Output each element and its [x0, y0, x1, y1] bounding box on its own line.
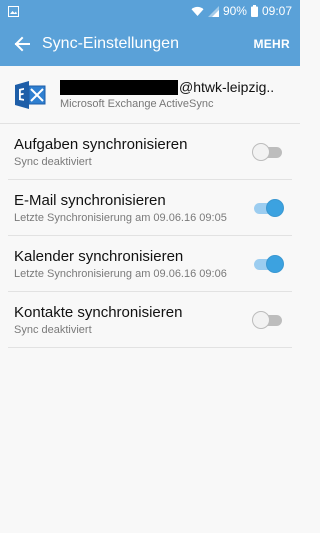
screen: 90% 09:07 Sync-Einstellungen MEHR @htwk-…: [0, 0, 300, 533]
signal-icon: [207, 5, 219, 17]
sync-row-title: Kontakte synchronisieren: [14, 303, 183, 321]
app-bar: Sync-Einstellungen MEHR: [0, 22, 300, 66]
sync-row-status: Sync deaktiviert: [14, 155, 92, 168]
sync-row-title: Aufgaben synchronisieren: [14, 135, 188, 153]
sync-settings-list: Aufgaben synchronisieren Sync deaktivier…: [0, 124, 300, 348]
wifi-icon: [191, 6, 204, 17]
status-right: 90% 09:07: [191, 4, 292, 18]
sync-row-title: E-Mail synchronisieren: [14, 191, 166, 209]
more-button[interactable]: MEHR: [253, 37, 290, 51]
redacted-username: [60, 79, 178, 95]
sync-row-text: Aufgaben synchronisieren Sync deaktivier…: [14, 136, 187, 168]
sync-row-status: Letzte Synchronisierung am 09.06.16 09:0…: [14, 211, 227, 224]
account-header: @htwk-leipzig.. Microsoft Exchange Activ…: [0, 66, 300, 124]
battery-percent: 90%: [222, 4, 247, 18]
toggle-thumb: [252, 142, 270, 161]
back-button[interactable]: [10, 32, 34, 56]
page-title: Sync-Einstellungen: [42, 35, 179, 52]
account-text: @htwk-leipzig.. Microsoft Exchange Activ…: [60, 79, 288, 110]
sync-toggle-tasks[interactable]: [252, 141, 286, 163]
sync-row-text: Kontakte synchronisieren Sync deaktivier…: [14, 304, 182, 336]
sync-toggle-calendar[interactable]: [252, 253, 286, 275]
status-bar: 90% 09:07: [0, 0, 300, 22]
sync-toggle-email[interactable]: [252, 197, 286, 219]
sync-row-status: Sync deaktiviert: [14, 323, 92, 336]
sync-row-calendar[interactable]: Kalender synchronisieren Letzte Synchron…: [8, 236, 292, 292]
sync-row-contacts[interactable]: Kontakte synchronisieren Sync deaktivier…: [8, 292, 292, 348]
toggle-thumb: [266, 254, 284, 273]
sync-row-title: Kalender synchronisieren: [14, 247, 184, 265]
sync-row-text: Kalender synchronisieren Letzte Synchron…: [14, 248, 227, 280]
toggle-thumb: [266, 198, 284, 217]
sync-row-tasks[interactable]: Aufgaben synchronisieren Sync deaktivier…: [8, 124, 292, 180]
exchange-icon: [12, 77, 48, 113]
account-type: Microsoft Exchange ActiveSync: [60, 98, 214, 110]
account-email-domain: @htwk-leipzig..: [179, 79, 275, 95]
gallery-notification-icon: [8, 5, 19, 17]
sync-row-email[interactable]: E-Mail synchronisieren Letzte Synchronis…: [8, 180, 292, 236]
sync-row-text: E-Mail synchronisieren Letzte Synchronis…: [14, 192, 227, 224]
back-arrow-icon: [14, 36, 30, 52]
sync-row-status: Letzte Synchronisierung am 09.06.16 09:0…: [14, 267, 227, 280]
toggle-thumb: [252, 310, 270, 329]
battery-icon: [250, 5, 258, 17]
status-left: [8, 5, 19, 17]
sync-toggle-contacts[interactable]: [252, 309, 286, 331]
clock: 09:07: [261, 4, 292, 18]
account-email: @htwk-leipzig..: [60, 79, 288, 95]
